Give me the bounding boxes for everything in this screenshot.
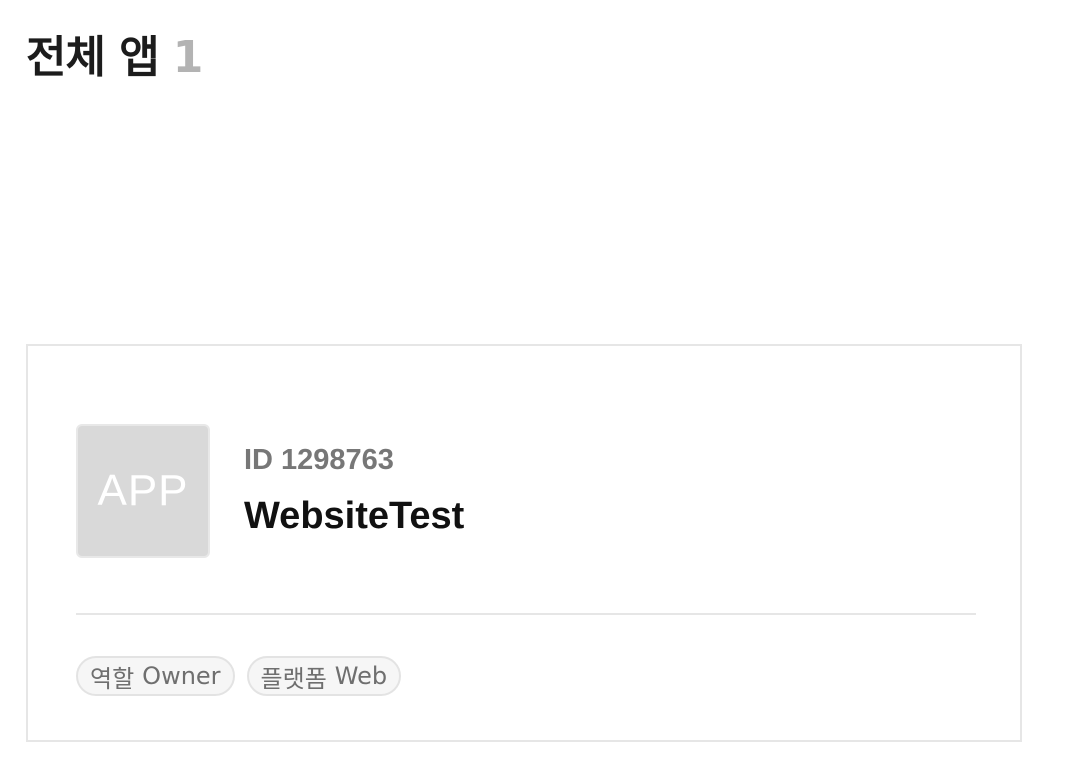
app-thumbnail-label: APP xyxy=(97,466,189,515)
app-info: ID 1298763 WebsiteTest xyxy=(244,444,464,538)
platform-tag-value: Web xyxy=(334,662,388,690)
role-tag: 역할 Owner xyxy=(76,656,235,696)
app-id-value: 1298763 xyxy=(281,444,394,476)
platform-tag-label: 플랫폼 xyxy=(260,664,327,693)
app-id: ID 1298763 xyxy=(244,444,464,477)
app-name[interactable]: WebsiteTest xyxy=(244,495,464,538)
app-card[interactable]: APP ID 1298763 WebsiteTest 역할 Owner 플랫폼 Web xyxy=(26,344,1022,742)
app-count: 1 xyxy=(172,32,204,83)
card-divider xyxy=(76,613,976,615)
app-card-header: APP ID 1298763 WebsiteTest xyxy=(76,424,464,558)
page-header: 전체 앱 1 xyxy=(26,32,204,83)
page-title: 전체 앱 xyxy=(26,32,160,83)
app-tags: 역할 Owner 플랫폼 Web xyxy=(76,656,402,696)
app-thumbnail: APP xyxy=(76,424,210,558)
role-tag-label: 역할 xyxy=(90,664,135,693)
role-tag-value: Owner xyxy=(142,662,221,690)
app-id-label: ID xyxy=(244,444,273,476)
platform-tag: 플랫폼 Web xyxy=(246,656,402,696)
page: 전체 앱 1 APP ID 1298763 WebsiteTest 역할 Owner… xyxy=(0,0,1072,776)
